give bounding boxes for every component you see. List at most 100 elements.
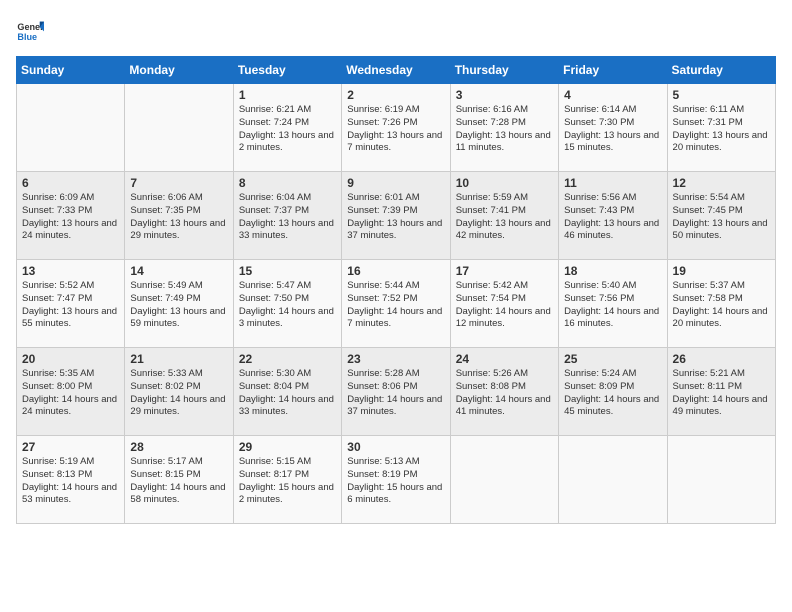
calendar-cell: 24Sunrise: 5:26 AM Sunset: 8:08 PM Dayli… [450, 348, 558, 436]
calendar-week-row: 1 Sunrise: 6:21 AM Sunset: 7:24 PM Daylig… [17, 84, 776, 172]
calendar-cell: 11Sunrise: 5:56 AM Sunset: 7:43 PM Dayli… [559, 172, 667, 260]
calendar-cell: 9 Sunrise: 6:01 AM Sunset: 7:39 PM Daylig… [342, 172, 450, 260]
cell-content: Sunrise: 5:13 AM Sunset: 8:19 PM Dayligh… [347, 456, 444, 507]
cell-content: Sunrise: 5:15 AM Sunset: 8:17 PM Dayligh… [239, 456, 336, 507]
cell-content: Sunrise: 5:28 AM Sunset: 8:06 PM Dayligh… [347, 368, 444, 419]
cell-content: Sunrise: 5:33 AM Sunset: 8:02 PM Dayligh… [130, 368, 227, 419]
cell-content: Sunrise: 5:37 AM Sunset: 7:58 PM Dayligh… [673, 280, 770, 331]
day-number: 2 [347, 88, 444, 102]
cell-content: Sunrise: 5:52 AM Sunset: 7:47 PM Dayligh… [22, 280, 119, 331]
day-number: 23 [347, 352, 444, 366]
weekday-header: Friday [559, 57, 667, 84]
calendar-cell: 27 Sunrise: 5:19 AM Sunset: 8:13 PM Dayli… [17, 436, 125, 524]
header: General Blue [16, 16, 776, 44]
day-number: 26 [673, 352, 770, 366]
day-number: 29 [239, 440, 336, 454]
cell-content: Sunrise: 5:59 AM Sunset: 7:41 PM Dayligh… [456, 192, 553, 243]
calendar-cell [667, 436, 775, 524]
calendar-cell: 5Sunrise: 6:11 AM Sunset: 7:31 PM Daylig… [667, 84, 775, 172]
day-number: 21 [130, 352, 227, 366]
day-number: 24 [456, 352, 553, 366]
logo: General Blue [16, 16, 44, 44]
calendar-cell: 6 Sunrise: 6:09 AM Sunset: 7:33 PM Daylig… [17, 172, 125, 260]
svg-text:Blue: Blue [17, 32, 37, 42]
cell-content: Sunrise: 5:19 AM Sunset: 8:13 PM Dayligh… [22, 456, 119, 507]
calendar-cell [450, 436, 558, 524]
cell-content: Sunrise: 5:35 AM Sunset: 8:00 PM Dayligh… [22, 368, 119, 419]
cell-content: Sunrise: 5:42 AM Sunset: 7:54 PM Dayligh… [456, 280, 553, 331]
calendar-cell: 22 Sunrise: 5:30 AM Sunset: 8:04 PM Dayli… [233, 348, 341, 436]
day-number: 17 [456, 264, 553, 278]
weekday-header: Monday [125, 57, 233, 84]
day-number: 18 [564, 264, 661, 278]
calendar-week-row: 13 Sunrise: 5:52 AM Sunset: 7:47 PM Dayli… [17, 260, 776, 348]
weekday-header: Thursday [450, 57, 558, 84]
calendar-week-row: 20 Sunrise: 5:35 AM Sunset: 8:00 PM Dayli… [17, 348, 776, 436]
cell-content: Sunrise: 6:01 AM Sunset: 7:39 PM Dayligh… [347, 192, 444, 243]
calendar-cell: 7 Sunrise: 6:06 AM Sunset: 7:35 PM Daylig… [125, 172, 233, 260]
cell-content: Sunrise: 6:04 AM Sunset: 7:37 PM Dayligh… [239, 192, 336, 243]
calendar-cell: 16 Sunrise: 5:44 AM Sunset: 7:52 PM Dayli… [342, 260, 450, 348]
calendar-cell: 19 Sunrise: 5:37 AM Sunset: 7:58 PM Dayli… [667, 260, 775, 348]
day-number: 13 [22, 264, 119, 278]
calendar-cell: 12 Sunrise: 5:54 AM Sunset: 7:45 PM Dayli… [667, 172, 775, 260]
calendar-cell: 2 Sunrise: 6:19 AM Sunset: 7:26 PM Daylig… [342, 84, 450, 172]
day-number: 14 [130, 264, 227, 278]
day-number: 6 [22, 176, 119, 190]
calendar-cell [17, 84, 125, 172]
day-number: 7 [130, 176, 227, 190]
day-number: 15 [239, 264, 336, 278]
calendar-cell: 1 Sunrise: 6:21 AM Sunset: 7:24 PM Daylig… [233, 84, 341, 172]
calendar-cell: 23 Sunrise: 5:28 AM Sunset: 8:06 PM Dayli… [342, 348, 450, 436]
logo-icon: General Blue [16, 16, 44, 44]
calendar-cell: 20 Sunrise: 5:35 AM Sunset: 8:00 PM Dayli… [17, 348, 125, 436]
day-number: 5 [673, 88, 770, 102]
day-number: 9 [347, 176, 444, 190]
day-number: 12 [673, 176, 770, 190]
cell-content: Sunrise: 5:49 AM Sunset: 7:49 PM Dayligh… [130, 280, 227, 331]
weekday-header: Saturday [667, 57, 775, 84]
calendar-cell: 25 Sunrise: 5:24 AM Sunset: 8:09 PM Dayli… [559, 348, 667, 436]
calendar-cell: 13 Sunrise: 5:52 AM Sunset: 7:47 PM Dayli… [17, 260, 125, 348]
cell-content: Sunrise: 6:21 AM Sunset: 7:24 PM Dayligh… [239, 104, 336, 155]
calendar-cell: 15Sunrise: 5:47 AM Sunset: 7:50 PM Dayli… [233, 260, 341, 348]
cell-content: Sunrise: 6:16 AM Sunset: 7:28 PM Dayligh… [456, 104, 553, 155]
calendar-cell: 17 Sunrise: 5:42 AM Sunset: 7:54 PM Dayli… [450, 260, 558, 348]
day-number: 3 [456, 88, 553, 102]
weekday-header: Wednesday [342, 57, 450, 84]
calendar-cell: 29 Sunrise: 5:15 AM Sunset: 8:17 PM Dayli… [233, 436, 341, 524]
cell-content: Sunrise: 5:40 AM Sunset: 7:56 PM Dayligh… [564, 280, 661, 331]
cell-content: Sunrise: 5:24 AM Sunset: 8:09 PM Dayligh… [564, 368, 661, 419]
cell-content: Sunrise: 6:06 AM Sunset: 7:35 PM Dayligh… [130, 192, 227, 243]
day-number: 16 [347, 264, 444, 278]
day-number: 8 [239, 176, 336, 190]
weekday-header: Tuesday [233, 57, 341, 84]
weekday-header-row: SundayMondayTuesdayWednesdayThursdayFrid… [17, 57, 776, 84]
cell-content: Sunrise: 6:19 AM Sunset: 7:26 PM Dayligh… [347, 104, 444, 155]
calendar-cell: 18 Sunrise: 5:40 AM Sunset: 7:56 PM Dayli… [559, 260, 667, 348]
calendar-cell: 3 Sunrise: 6:16 AM Sunset: 7:28 PM Daylig… [450, 84, 558, 172]
weekday-header: Sunday [17, 57, 125, 84]
calendar-cell: 4Sunrise: 6:14 AM Sunset: 7:30 PM Daylig… [559, 84, 667, 172]
calendar-cell: 28 Sunrise: 5:17 AM Sunset: 8:15 PM Dayli… [125, 436, 233, 524]
cell-content: Sunrise: 5:21 AM Sunset: 8:11 PM Dayligh… [673, 368, 770, 419]
calendar-cell: 10Sunrise: 5:59 AM Sunset: 7:41 PM Dayli… [450, 172, 558, 260]
cell-content: Sunrise: 5:30 AM Sunset: 8:04 PM Dayligh… [239, 368, 336, 419]
day-number: 30 [347, 440, 444, 454]
day-number: 27 [22, 440, 119, 454]
day-number: 25 [564, 352, 661, 366]
cell-content: Sunrise: 6:14 AM Sunset: 7:30 PM Dayligh… [564, 104, 661, 155]
day-number: 20 [22, 352, 119, 366]
calendar-cell: 26 Sunrise: 5:21 AM Sunset: 8:11 PM Dayli… [667, 348, 775, 436]
day-number: 19 [673, 264, 770, 278]
day-number: 1 [239, 88, 336, 102]
cell-content: Sunrise: 5:17 AM Sunset: 8:15 PM Dayligh… [130, 456, 227, 507]
calendar-cell [125, 84, 233, 172]
day-number: 22 [239, 352, 336, 366]
cell-content: Sunrise: 5:54 AM Sunset: 7:45 PM Dayligh… [673, 192, 770, 243]
cell-content: Sunrise: 6:09 AM Sunset: 7:33 PM Dayligh… [22, 192, 119, 243]
calendar-table: SundayMondayTuesdayWednesdayThursdayFrid… [16, 56, 776, 524]
calendar-week-row: 27 Sunrise: 5:19 AM Sunset: 8:13 PM Dayli… [17, 436, 776, 524]
day-number: 28 [130, 440, 227, 454]
cell-content: Sunrise: 5:44 AM Sunset: 7:52 PM Dayligh… [347, 280, 444, 331]
